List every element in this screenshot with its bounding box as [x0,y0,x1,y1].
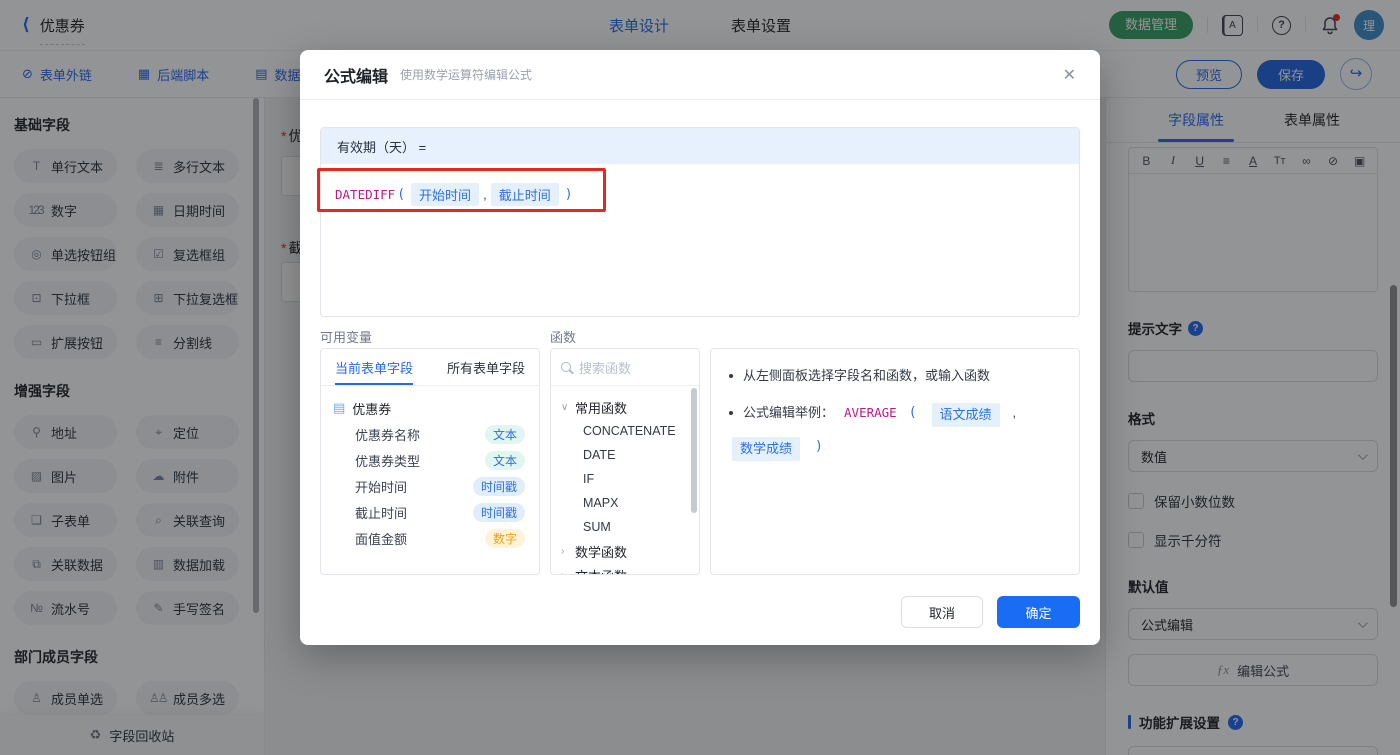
example-field-chip: 数学成绩 [732,437,801,461]
function-group-label: 文本函数 [575,566,627,575]
help-line-1: 从左侧面板选择字段名和函数，或输入函数 [729,366,1061,386]
field-type-badge: 时间戳 [472,476,525,496]
function-list: ∨ 常用函数 CONCATENATE DATE IF MAPX SUM › 数学… [551,386,699,575]
field-type-badge: 数字 [484,528,525,548]
help-panel: 从左侧面板选择字段名和函数，或输入函数 公式编辑举例： AVERAGE(语文成绩,… [710,348,1080,575]
function-group-label: 常用函数 [575,400,628,416]
variable-field-row[interactable]: 优惠券名称 文本 [333,421,527,447]
modal-header: 公式编辑 使用数学运算符编辑公式 ✕ [300,50,1100,100]
formula-field-chip[interactable]: 截止时间 [490,183,559,206]
close-paren: ) [564,187,573,202]
chevron-collapsed-icon: › [561,569,565,575]
close-paren: ) [815,439,823,454]
variable-field-name: 截止时间 [355,505,408,521]
formula-function-name: DATEDIFF [335,187,396,202]
variable-field-row[interactable]: 开始时间 时间戳 [333,473,527,499]
functions-label: 函数 [550,330,577,345]
app-root: ⟨ 优惠券 表单设计 表单设置 数据管理 A ? 理 ⊘ 表单外链 ▦ 后端脚本… [0,0,1400,755]
modal-title: 公式编辑 [324,68,389,86]
chevron-expanded-icon: ∨ [561,401,569,413]
open-paren: ( [908,405,917,420]
formula-box: 有效期（天） = DATEDIFF ( 开始时间 , 截止时间 ) [320,127,1080,317]
variables-root-node[interactable]: ▤ 优惠券 [333,395,527,421]
confirm-button[interactable]: 确定 [997,596,1080,628]
variable-field-row[interactable]: 截止时间 时间戳 [333,499,527,525]
formula-editor-modal: 公式编辑 使用数学运算符编辑公式 ✕ 有效期（天） = DATEDIFF ( 开… [300,50,1100,645]
function-item[interactable]: MAPX [561,491,699,515]
function-group-text[interactable]: › 文本函数 [561,563,699,575]
tab-current-form-fields[interactable]: 当前表单字段 [335,349,414,385]
formula-field-chip[interactable]: 开始时间 [411,183,480,206]
function-search[interactable]: 搜索函数 [551,349,699,386]
variable-field-name: 开始时间 [355,479,408,495]
variable-field-row[interactable]: 优惠券类型 文本 [333,447,527,473]
cancel-button[interactable]: 取消 [901,596,983,628]
variables-tabs: 当前表单字段 所有表单字段 [321,349,539,386]
close-icon[interactable]: ✕ [1063,65,1076,85]
tab-all-form-fields[interactable]: 所有表单字段 [447,349,525,385]
chevron-collapsed-icon: › [561,545,565,557]
function-list-scrollbar[interactable] [691,388,697,513]
function-item[interactable]: CONCATENATE [561,419,699,443]
variables-panel: 当前表单字段 所有表单字段 ▤ 优惠券 优惠券名称 文本 优惠券类型 文本 开始… [320,348,540,575]
functions-panel: 搜索函数 ∨ 常用函数 CONCATENATE DATE IF MAPX SUM… [550,348,700,575]
function-group-math[interactable]: › 数学函数 [561,539,699,563]
function-item[interactable]: DATE [561,443,699,467]
function-group-common[interactable]: ∨ 常用函数 [561,395,699,419]
variable-field-row[interactable]: 面值金额 数字 [333,525,527,551]
document-icon: ▤ [333,400,346,415]
bullet-dot [729,374,733,378]
help-line-2: 公式编辑举例： AVERAGE(语文成绩, 数学成绩) [729,403,1061,461]
function-item[interactable]: SUM [561,515,699,539]
field-type-badge: 时间戳 [472,502,525,522]
modal-subtitle: 使用数学运算符编辑公式 [400,68,533,82]
search-icon [561,362,571,372]
comma: , [483,187,487,202]
example-function-name: AVERAGE [844,405,897,420]
variable-field-name: 优惠券类型 [355,453,421,469]
modal-panels: 当前表单字段 所有表单字段 ▤ 优惠券 优惠券名称 文本 优惠券类型 文本 开始… [320,348,1080,575]
formula-input-area[interactable]: DATEDIFF ( 开始时间 , 截止时间 ) [321,164,1079,225]
example-field-chip: 语文成绩 [931,403,1000,427]
comma: , [1012,405,1017,420]
variable-field-name: 优惠券名称 [355,427,421,443]
variable-field-name: 面值金额 [355,531,408,547]
bullet-dot [729,411,733,415]
variables-label: 可用变量 [320,330,373,345]
common-function-items: CONCATENATE DATE IF MAPX SUM [561,419,699,539]
function-item[interactable]: IF [561,467,699,491]
variables-field-list: 优惠券名称 文本 优惠券类型 文本 开始时间 时间戳 截止时间 时间戳 面值金额… [333,421,527,551]
function-group-label: 数学函数 [575,544,628,560]
variables-tree: ▤ 优惠券 优惠券名称 文本 优惠券类型 文本 开始时间 时间戳 截止时间 时间… [321,386,539,551]
field-type-badge: 文本 [484,450,525,470]
open-paren: ( [397,187,406,202]
formula-target: 有效期（天） = [321,128,1079,164]
field-type-badge: 文本 [484,424,525,444]
variables-root-label: 优惠券 [352,401,392,417]
function-search-placeholder: 搜索函数 [579,360,632,376]
